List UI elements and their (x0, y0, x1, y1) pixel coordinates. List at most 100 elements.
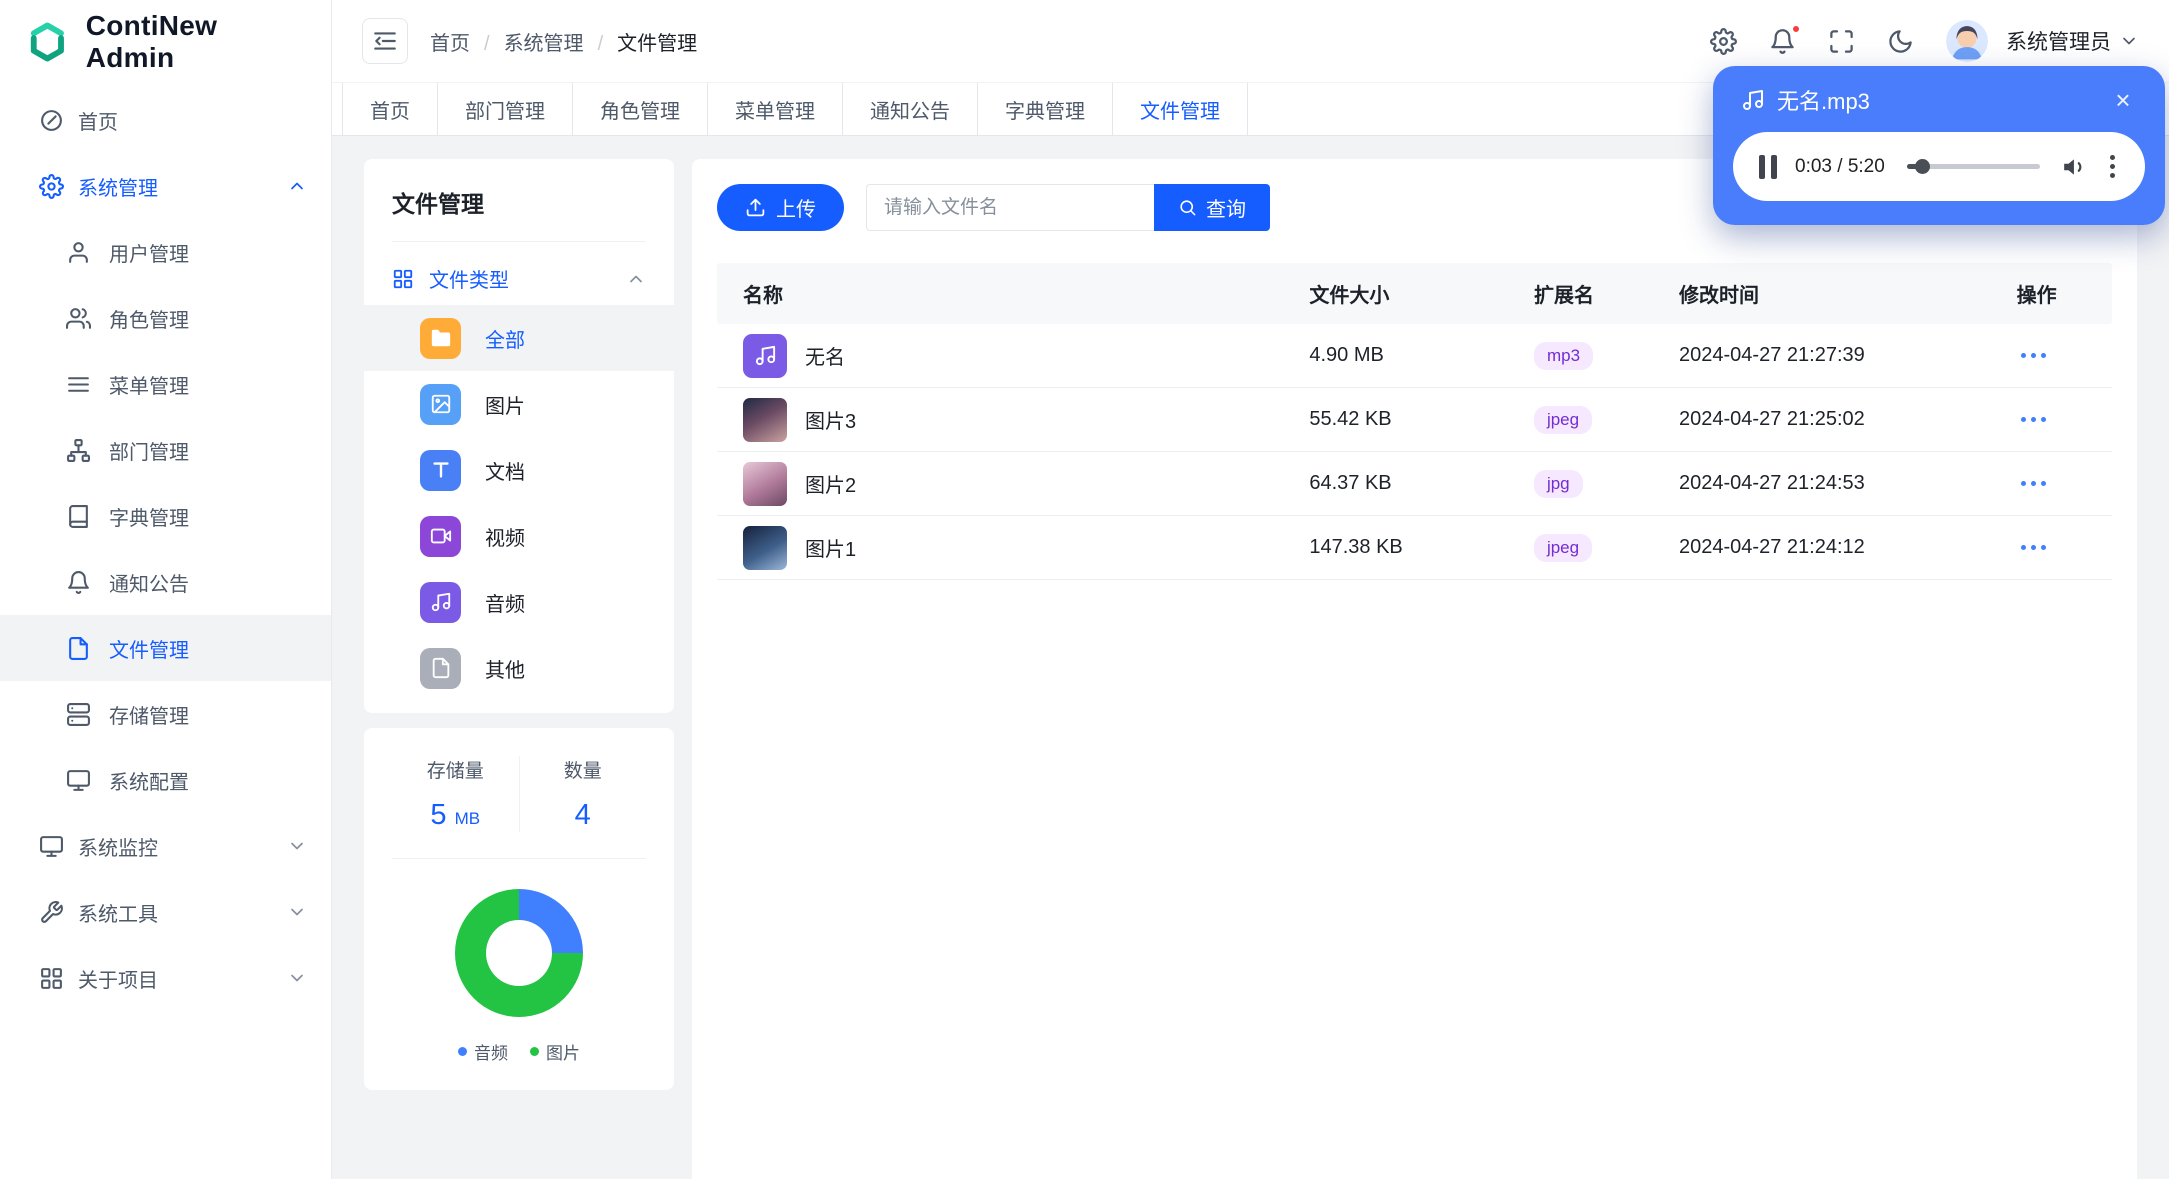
kebab-menu-icon[interactable] (2106, 151, 2119, 182)
legend-image[interactable]: 图片 (530, 1039, 580, 1064)
sidebar-item-config[interactable]: 系统配置 (0, 747, 331, 813)
file-thumbnail[interactable] (743, 397, 787, 442)
sidebar-item-home[interactable]: 首页 (0, 87, 331, 153)
more-actions-icon[interactable] (1991, 481, 2112, 486)
table-row[interactable]: 图片1 147.38 KB jpeg 2024-04-27 21:24:12 (717, 516, 2112, 580)
seek-thumb[interactable] (1914, 159, 1930, 174)
fullscreen-icon[interactable] (1828, 28, 1855, 55)
sidebar-collapse-button[interactable] (362, 18, 408, 64)
wrench-icon (39, 900, 64, 925)
chevron-down-icon (2119, 31, 2139, 51)
volume-icon[interactable] (2062, 154, 2088, 180)
seek-bar[interactable] (1906, 159, 2040, 174)
sidebar-item-roles[interactable]: 角色管理 (0, 285, 331, 351)
breadcrumb-system[interactable]: 系统管理 (470, 27, 584, 56)
notification-dot (1791, 23, 1801, 34)
chart-legend: 音频 图片 (458, 1039, 580, 1064)
more-actions-icon[interactable] (1991, 353, 2112, 358)
file-type-panel: 文件管理 文件类型 全部 图片 文档 视频 音频 其他 (364, 159, 674, 713)
file-type-group-header[interactable]: 文件类型 (364, 242, 674, 305)
search-icon (1178, 198, 1197, 217)
tab-departments[interactable]: 部门管理 (438, 83, 573, 135)
panel-title: 文件管理 (392, 191, 484, 217)
legend-dot (530, 1047, 539, 1056)
ext-tag: jpg (1533, 469, 1583, 498)
dark-mode-icon[interactable] (1887, 28, 1914, 55)
sidebar-item-storage[interactable]: 存储管理 (0, 681, 331, 747)
avatar[interactable] (1946, 20, 1988, 62)
type-item-video[interactable]: 视频 (364, 503, 674, 569)
tab-home[interactable]: 首页 (342, 83, 438, 135)
sidebar-item-files[interactable]: 文件管理 (0, 615, 331, 681)
topbar-actions: 系统管理员 (1710, 20, 2139, 62)
type-item-audio[interactable]: 音频 (364, 569, 674, 635)
stats-row: 存储量 5 MB 数量 4 (392, 756, 646, 832)
tab-roles[interactable]: 角色管理 (573, 83, 708, 135)
sidebar-item-menus[interactable]: 菜单管理 (0, 351, 331, 417)
file-name: 无名 (805, 347, 845, 369)
type-item-other[interactable]: 其他 (364, 635, 674, 701)
file-thumbnail[interactable] (743, 461, 787, 506)
tab-menus[interactable]: 菜单管理 (708, 83, 843, 135)
ext-tag: mp3 (1533, 341, 1594, 370)
menu-icon (66, 372, 91, 397)
table-row[interactable]: 图片3 55.42 KB jpeg 2024-04-27 21:25:02 (717, 388, 2112, 452)
legend-audio[interactable]: 音频 (458, 1039, 508, 1064)
tab-dictionary[interactable]: 字典管理 (978, 83, 1113, 135)
chevron-down-icon (287, 902, 307, 922)
file-time: 2024-04-27 21:27:39 (1679, 344, 1865, 366)
ext-tag: jpeg (1533, 533, 1593, 562)
query-button[interactable]: 查询 (1154, 184, 1270, 231)
storage-value: 5 (430, 799, 447, 831)
search-input[interactable] (866, 184, 1154, 231)
chevron-down-icon (287, 968, 307, 988)
type-item-document[interactable]: 文档 (364, 437, 674, 503)
sidebar-item-notices[interactable]: 通知公告 (0, 549, 331, 615)
pause-icon[interactable] (1759, 154, 1777, 179)
sidebar-item-system[interactable]: 系统管理 (0, 153, 331, 219)
player-title: 无名.mp3 (1777, 89, 1870, 114)
type-item-all[interactable]: 全部 (364, 305, 674, 371)
upload-button[interactable]: 上传 (717, 184, 844, 231)
sidebar-item-monitoring[interactable]: 系统监控 (0, 813, 331, 879)
file-size: 4.90 MB (1309, 344, 1384, 366)
breadcrumb-current: 文件管理 (584, 27, 697, 56)
table-row[interactable]: 无名 4.90 MB mp3 2024-04-27 21:27:39 (717, 324, 2112, 388)
monitor-icon (39, 834, 64, 859)
divider (392, 858, 646, 859)
settings-icon[interactable] (1710, 28, 1737, 55)
file-size: 55.42 KB (1309, 408, 1392, 430)
more-actions-icon[interactable] (1991, 417, 2112, 422)
app-logo[interactable]: ContiNew Admin (0, 0, 331, 83)
tab-notices[interactable]: 通知公告 (843, 83, 978, 135)
legend-dot (458, 1047, 467, 1056)
breadcrumb-home[interactable]: 首页 (430, 27, 470, 56)
stat-count: 数量 4 (520, 756, 647, 832)
gear-icon (39, 174, 64, 199)
storage-unit: MB (454, 809, 481, 828)
player-time: 0:03 / 5:20 (1795, 155, 1885, 177)
table-row[interactable]: 图片2 64.37 KB jpg 2024-04-27 21:24:53 (717, 452, 2112, 516)
notification-bell-icon[interactable] (1769, 23, 1801, 55)
users-icon (66, 306, 91, 331)
type-item-image[interactable]: 图片 (364, 371, 674, 437)
sidebar-item-departments[interactable]: 部门管理 (0, 417, 331, 483)
menu-fold-icon (372, 28, 398, 54)
sidebar-item-tools[interactable]: 系统工具 (0, 879, 331, 945)
breadcrumb: 首页 系统管理 文件管理 (430, 27, 697, 56)
sidebar-item-dictionary[interactable]: 字典管理 (0, 483, 331, 549)
tab-files[interactable]: 文件管理 (1113, 83, 1248, 135)
grid-icon (39, 966, 64, 991)
file-size: 64.37 KB (1309, 472, 1392, 494)
user-menu[interactable]: 系统管理员 (2006, 26, 2139, 56)
sidebar-item-about[interactable]: 关于项目 (0, 945, 331, 1011)
table-header: 名称 文件大小 扩展名 修改时间 操作 (717, 263, 2112, 324)
more-actions-icon[interactable] (1991, 545, 2112, 550)
col-time: 修改时间 (1679, 285, 1760, 307)
home-icon (39, 108, 64, 133)
file-thumbnail[interactable] (743, 525, 787, 570)
storage-stats-panel: 存储量 5 MB 数量 4 音频 图片 (364, 728, 674, 1090)
sidebar-item-users[interactable]: 用户管理 (0, 219, 331, 285)
close-icon[interactable] (2109, 86, 2137, 114)
grid-icon (392, 268, 414, 290)
